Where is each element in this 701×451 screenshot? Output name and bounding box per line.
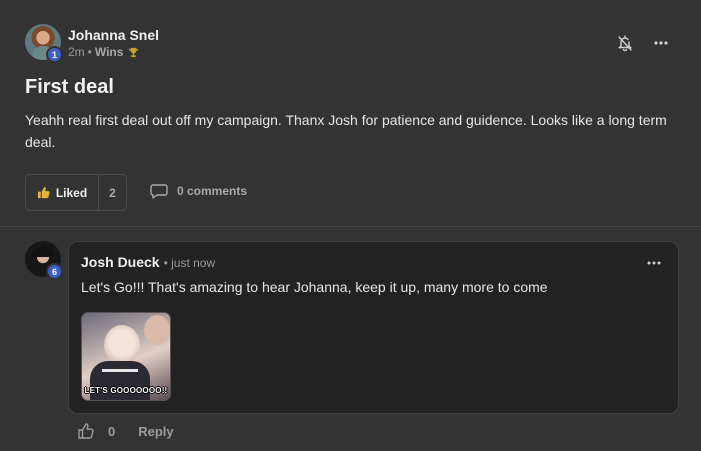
gif-stripe <box>102 369 138 372</box>
comment-actions: 0 Reply <box>78 423 174 439</box>
meta-separator: • <box>87 45 92 59</box>
reply-button[interactable]: Reply <box>138 424 173 439</box>
likes-count[interactable]: 2 <box>99 175 126 210</box>
comment-icon <box>150 183 168 199</box>
comment-text: Let's Go!!! That's amazing to hear Johan… <box>81 279 548 295</box>
comment-header: Josh Dueck • just now <box>81 254 215 270</box>
level-badge: 1 <box>46 46 63 63</box>
comment-time: • just now <box>163 256 216 270</box>
comment-author[interactable]: Josh Dueck <box>81 254 160 270</box>
post: 1 Johanna Snel 2m • Wins First deal Yeah… <box>0 0 701 226</box>
section-divider <box>0 226 701 227</box>
author-name[interactable]: Johanna Snel <box>68 27 159 43</box>
post-category[interactable]: Wins <box>95 45 124 59</box>
liked-label: Liked <box>55 185 88 200</box>
post-title: First deal <box>25 76 114 98</box>
commenter-avatar[interactable]: 6 <box>25 241 63 280</box>
more-icon[interactable] <box>650 35 672 51</box>
gif-caption: LET'S GOOOOOOO!! <box>84 386 168 395</box>
comment-likes-count: 0 <box>108 423 116 439</box>
gif-background-person <box>144 315 170 345</box>
gif-shirt <box>90 361 150 400</box>
thumb-up-icon[interactable] <box>78 423 100 439</box>
post-body: Yeahh real first deal out off my campaig… <box>25 112 667 150</box>
like-box: Liked 2 <box>25 174 127 211</box>
bell-off-icon[interactable] <box>614 33 636 53</box>
post-meta: 2m • Wins <box>68 45 139 59</box>
comment-card: Josh Dueck • just now Let's Go!!! That's… <box>68 241 679 414</box>
trophy-icon <box>128 47 139 58</box>
comments-button[interactable]: 0 comments <box>150 183 247 199</box>
like-button[interactable]: Liked <box>26 175 99 210</box>
thumb-up-icon <box>37 186 50 199</box>
comment-gif[interactable]: LET'S GOOOOOOO!! <box>81 312 171 401</box>
post-time: 2m <box>68 45 85 59</box>
author-avatar[interactable]: 1 <box>25 24 63 63</box>
gif-baby-face <box>104 325 140 365</box>
comments-count-label: 0 comments <box>177 184 248 198</box>
level-badge: 6 <box>46 263 63 280</box>
more-icon[interactable] <box>643 255 665 271</box>
